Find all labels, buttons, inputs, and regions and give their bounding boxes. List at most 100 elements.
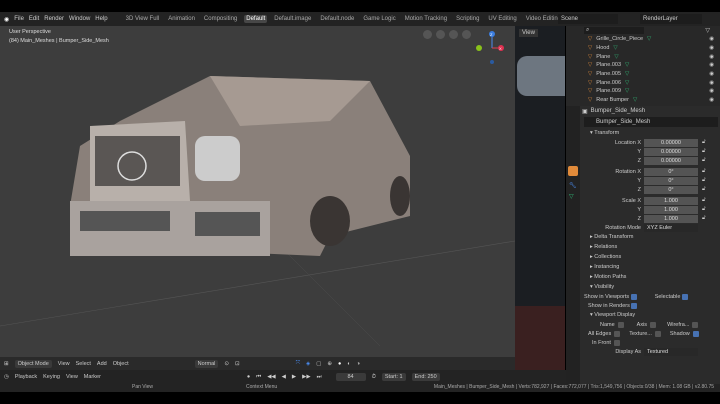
pivot-icon[interactable]: ⊙ bbox=[224, 361, 229, 367]
tab-animation[interactable]: Animation bbox=[166, 15, 197, 23]
prev-key-icon[interactable]: ◀◀ bbox=[267, 374, 275, 380]
transform-value-field[interactable]: 1.000 bbox=[644, 205, 698, 214]
record-icon[interactable]: ● bbox=[247, 374, 250, 380]
next-key-icon[interactable]: ▶▶ bbox=[302, 374, 310, 380]
view-menu[interactable]: View bbox=[58, 361, 70, 367]
shadow-checkbox[interactable] bbox=[692, 330, 699, 337]
viewport-display-panel-header[interactable]: ▾ Viewport Display bbox=[582, 310, 720, 320]
eye-icon[interactable]: ◉ bbox=[709, 54, 714, 60]
object-name-field[interactable]: Bumper_Side_Mesh bbox=[584, 117, 718, 127]
outliner-item[interactable]: ▽ Plane.005 ▽ ◉ bbox=[566, 70, 720, 79]
outliner-item[interactable]: ▽ Rear Bumper ▽ ◉ bbox=[566, 96, 720, 105]
tab-3d-view-full[interactable]: 3D View Full bbox=[124, 15, 162, 23]
overlay-toggle-icon[interactable]: ◈ bbox=[306, 361, 310, 367]
mode-dropdown[interactable]: Object Mode bbox=[14, 359, 52, 368]
eye-icon[interactable]: ◉ bbox=[709, 62, 714, 68]
add-menu[interactable]: Add bbox=[97, 361, 107, 367]
outliner-item[interactable]: ▽ Plane.006 ▽ ◉ bbox=[566, 78, 720, 87]
modifier-tab-icon[interactable]: 🔧︎ bbox=[569, 182, 580, 189]
eye-icon[interactable]: ◉ bbox=[709, 97, 714, 103]
collapsed-panel-header[interactable]: ▸ Collections bbox=[582, 252, 720, 262]
transform-value-field[interactable]: 0° bbox=[644, 185, 698, 194]
stopwatch-icon[interactable]: ⏱ bbox=[372, 374, 376, 381]
lock-icon[interactable]: 🔓︎ bbox=[702, 168, 706, 175]
eye-icon[interactable]: ◉ bbox=[709, 36, 714, 42]
tab-uv-editing[interactable]: UV Editing bbox=[486, 15, 518, 23]
outliner-item[interactable]: ▽ Plane.003 ▽ ◉ bbox=[566, 61, 720, 70]
blender-logo-icon[interactable]: ◉ bbox=[4, 16, 9, 23]
transform-value-field[interactable]: 0° bbox=[644, 176, 698, 185]
shading-solid-icon[interactable]: ● bbox=[338, 361, 341, 367]
lock-icon[interactable]: 🔓︎ bbox=[702, 157, 706, 164]
current-frame-field[interactable]: 84 bbox=[335, 373, 366, 381]
mesh-data-tab-icon[interactable]: ▽ bbox=[569, 193, 580, 200]
play-icon[interactable]: ▶ bbox=[292, 374, 296, 380]
start-frame-field[interactable]: Start: 1 bbox=[381, 373, 406, 381]
collapsed-panel-header[interactable]: ▸ Instancing bbox=[582, 262, 720, 272]
show-renders-checkbox[interactable] bbox=[631, 302, 638, 309]
tab-motion-tracking[interactable]: Motion Tracking bbox=[403, 15, 449, 23]
rotation-mode-dropdown[interactable]: XYZ Euler bbox=[644, 223, 698, 232]
tab-default-node[interactable]: Default.node bbox=[318, 15, 356, 23]
display-as-dropdown[interactable]: Textured bbox=[644, 347, 698, 356]
menu-render[interactable]: Render bbox=[44, 16, 64, 22]
transform-value-field[interactable]: 0.00000 bbox=[644, 147, 698, 156]
visibility-panel-header[interactable]: ▾ Visibility bbox=[582, 282, 720, 292]
transform-value-field[interactable]: 0° bbox=[644, 167, 698, 176]
tab-default[interactable]: Default bbox=[244, 15, 268, 23]
gizmo-toggle-icon[interactable]: ⤧ bbox=[296, 360, 300, 367]
name-checkbox[interactable] bbox=[617, 321, 624, 328]
eye-icon[interactable]: ◉ bbox=[709, 45, 714, 51]
transform-value-field[interactable]: 1.000 bbox=[644, 214, 698, 223]
lock-icon[interactable]: 🔓︎ bbox=[702, 139, 706, 146]
all-edges-checkbox[interactable] bbox=[614, 330, 621, 337]
transform-value-field[interactable]: 0.00000 bbox=[644, 156, 698, 165]
snap-icon[interactable]: ⊡ bbox=[235, 361, 240, 367]
object-menu[interactable]: Object bbox=[113, 361, 129, 367]
end-frame-field[interactable]: End: 250 bbox=[411, 373, 440, 381]
tab-scripting[interactable]: Scripting bbox=[454, 15, 481, 23]
collapsed-panel-header[interactable]: ▸ Relations bbox=[582, 242, 720, 252]
eye-icon[interactable]: ◉ bbox=[709, 88, 714, 94]
outliner-item[interactable]: ▽ Hood ▽ ◉ bbox=[566, 44, 720, 53]
editor-type-icon[interactable]: ⊞ bbox=[4, 361, 9, 367]
3d-viewport[interactable]: User Perspective (84) Main_Meshes | Bump… bbox=[0, 26, 515, 370]
scene-selector[interactable]: Scene bbox=[558, 14, 618, 24]
transform-value-field[interactable]: 0.00000 bbox=[644, 138, 698, 147]
image-view-menu[interactable]: View bbox=[519, 29, 538, 37]
object-properties-tab[interactable] bbox=[568, 166, 578, 176]
tab-default-image[interactable]: Default.image bbox=[272, 15, 313, 23]
lock-icon[interactable]: 🔓︎ bbox=[702, 148, 706, 155]
axis-checkbox[interactable] bbox=[650, 321, 657, 328]
eye-icon[interactable]: ◉ bbox=[709, 80, 714, 86]
lock-icon[interactable]: 🔓︎ bbox=[702, 177, 706, 184]
outliner-item[interactable]: ▽ Plane.009 ▽ ◉ bbox=[566, 87, 720, 96]
shading-wireframe-icon[interactable]: ⊕ bbox=[327, 361, 332, 367]
filter-icon[interactable]: ▽ bbox=[705, 27, 710, 34]
outliner-item[interactable]: ▽ Plane ▽ ◉ bbox=[566, 52, 720, 61]
selectable-checkbox[interactable] bbox=[681, 293, 688, 300]
lock-icon[interactable]: 🔓︎ bbox=[702, 186, 706, 193]
render-layer-selector[interactable]: RenderLayer bbox=[640, 14, 702, 24]
menu-help[interactable]: Help bbox=[95, 16, 107, 22]
jump-start-icon[interactable]: ⏮ bbox=[256, 374, 261, 381]
image-editor[interactable]: View bbox=[515, 26, 565, 370]
lock-icon[interactable]: 🔓︎ bbox=[702, 206, 706, 213]
wireframe-checkbox[interactable] bbox=[692, 321, 699, 328]
transform-value-field[interactable]: 1.000 bbox=[644, 196, 698, 205]
menu-window[interactable]: Window bbox=[69, 16, 90, 22]
marker-menu[interactable]: Marker bbox=[84, 374, 101, 380]
playback-menu[interactable]: Playback bbox=[15, 374, 37, 380]
menu-edit[interactable]: Edit bbox=[29, 16, 39, 22]
car-model[interactable] bbox=[0, 26, 515, 370]
search-icon[interactable]: ⌕ bbox=[584, 27, 644, 34]
timeline-view-menu[interactable]: View bbox=[66, 374, 78, 380]
select-menu[interactable]: Select bbox=[76, 361, 91, 367]
transform-panel-header[interactable]: ▾ Transform bbox=[582, 128, 720, 138]
collapsed-panel-header[interactable]: ▸ Delta Transform bbox=[582, 232, 720, 242]
in-front-checkbox[interactable] bbox=[613, 339, 620, 346]
tab-game-logic[interactable]: Game Logic bbox=[361, 15, 397, 23]
shading-rendered-icon[interactable]: ◑ bbox=[357, 361, 360, 367]
texture-checkbox[interactable] bbox=[654, 330, 661, 337]
collapsed-panel-header[interactable]: ▸ Motion Paths bbox=[582, 272, 720, 282]
